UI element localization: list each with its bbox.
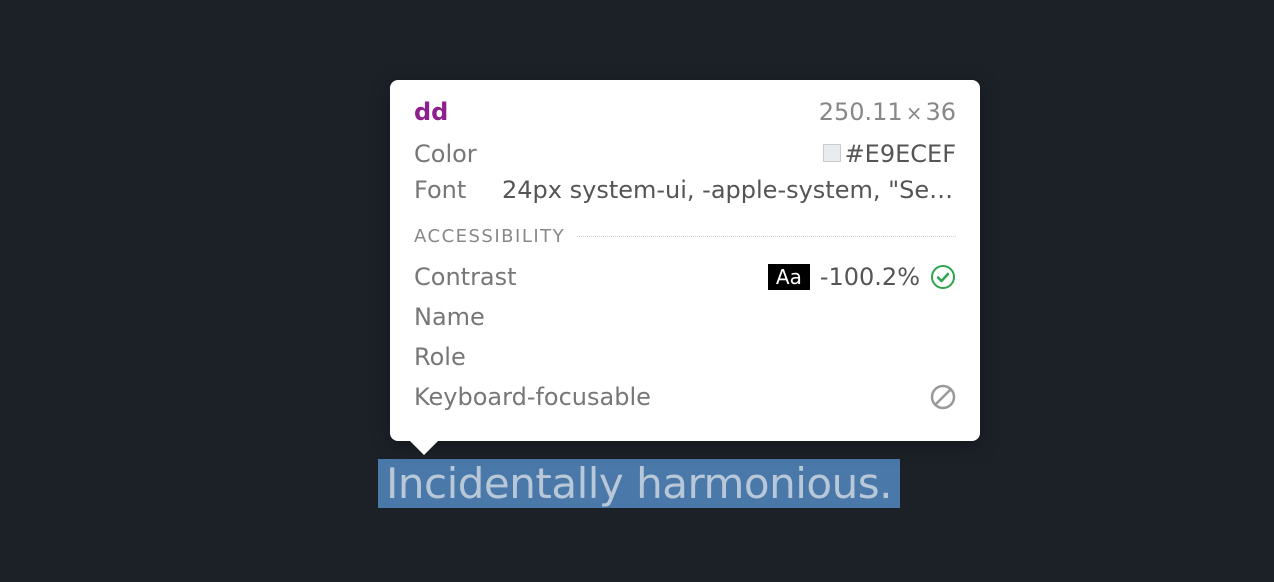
accessibility-section-header: ACCESSIBILITY: [414, 226, 956, 247]
dimension-width: 250.11: [819, 98, 903, 126]
accessibility-section-title: ACCESSIBILITY: [414, 226, 565, 247]
a11y-row-role: Role: [414, 341, 956, 373]
property-row-color: Color #E9ECEF: [414, 140, 956, 168]
a11y-label-name: Name: [414, 303, 485, 331]
contrast-sample-badge: Aa: [768, 264, 810, 290]
contrast-percentage: -100.2%: [820, 263, 920, 291]
inspected-element-highlight: Incidentally harmonious.: [378, 459, 900, 508]
a11y-row-contrast: Contrast Aa -100.2%: [414, 261, 956, 293]
color-hex-value: #E9ECEF: [845, 140, 956, 168]
a11y-value-focusable: [930, 384, 956, 410]
element-inspector-tooltip: dd 250.11×36 Color #E9ECEF Font 24px sys…: [390, 80, 980, 441]
a11y-label-contrast: Contrast: [414, 263, 517, 291]
not-available-icon: [930, 384, 956, 410]
property-label-font: Font: [414, 176, 494, 204]
color-swatch-icon: [823, 144, 841, 162]
property-value-font: 24px system-ui, -apple-system, "Segoe…: [502, 176, 956, 204]
a11y-row-focusable: Keyboard-focusable: [414, 381, 956, 413]
a11y-value-contrast: Aa -100.2%: [768, 263, 956, 291]
element-tag-name: dd: [414, 98, 448, 126]
a11y-label-focusable: Keyboard-focusable: [414, 383, 651, 411]
a11y-label-role: Role: [414, 343, 466, 371]
dimension-separator: ×: [906, 101, 923, 125]
property-label-color: Color: [414, 140, 494, 168]
dimension-height: 36: [925, 98, 956, 126]
element-dimensions: 250.11×36: [819, 98, 956, 126]
section-divider: [577, 236, 956, 237]
property-row-font: Font 24px system-ui, -apple-system, "Seg…: [414, 176, 956, 204]
check-circle-icon: [930, 264, 956, 290]
tooltip-header: dd 250.11×36: [414, 98, 956, 126]
inspected-element-text: Incidentally harmonious.: [386, 459, 892, 508]
a11y-row-name: Name: [414, 301, 956, 333]
property-value-color: #E9ECEF: [494, 140, 956, 168]
